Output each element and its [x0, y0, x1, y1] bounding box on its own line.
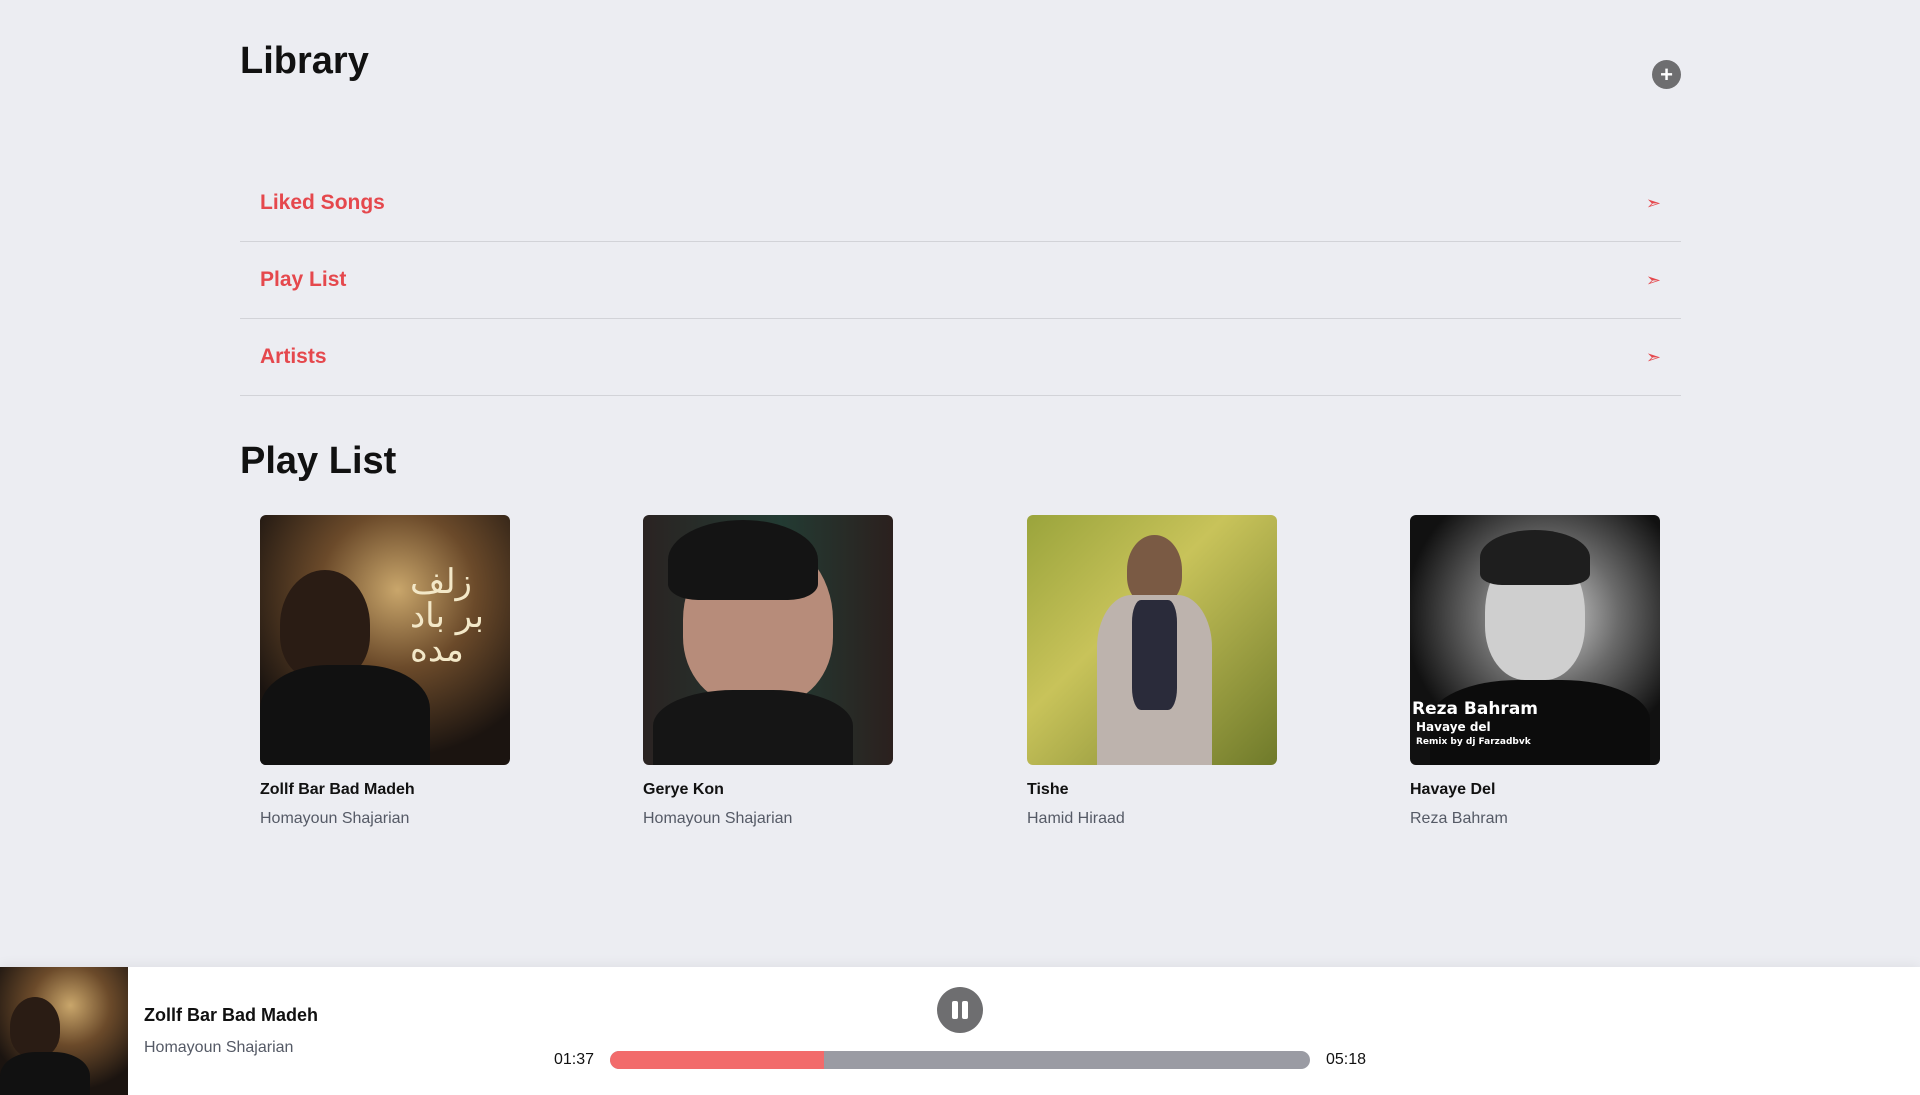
cover-calligraphy: زلف بر باد مده — [410, 562, 484, 670]
song-title: Havaye Del — [1410, 781, 1496, 798]
album-cover — [1027, 515, 1277, 765]
now-playing-artist: Homayoun Shajarian — [144, 1039, 294, 1056]
library-item-artists[interactable]: Artists ➣ — [240, 319, 1681, 396]
library-item-liked-songs[interactable]: Liked Songs ➣ — [240, 165, 1681, 242]
song-artist: Reza Bahram — [1410, 810, 1508, 827]
library-item-label: Play List — [260, 268, 347, 291]
album-cover: Reza Bahram Havaye del Remix by dj Farza… — [1410, 515, 1660, 765]
cover-song-text: Havaye del — [1416, 720, 1491, 734]
pause-icon — [952, 1001, 958, 1019]
player-bar: Zollf Bar Bad Madeh Homayoun Shajarian 0… — [0, 967, 1920, 1095]
album-cover — [643, 515, 893, 765]
playlist-section-title: Play List — [240, 440, 397, 482]
arrow-right-icon: ➣ — [1645, 269, 1661, 290]
add-button[interactable]: + — [1652, 60, 1681, 89]
portrait-hair — [1480, 530, 1590, 585]
library-menu: Liked Songs ➣ Play List ➣ Artists ➣ — [240, 165, 1681, 396]
playlist-grid: زلف بر باد مده Zollf Bar Bad Madeh Homay… — [260, 515, 1660, 835]
library-item-label: Artists — [260, 345, 327, 368]
song-card[interactable]: زلف بر باد مده Zollf Bar Bad Madeh Homay… — [260, 515, 510, 828]
singer-body — [260, 665, 430, 765]
song-card[interactable]: Reza Bahram Havaye del Remix by dj Farza… — [1410, 515, 1660, 828]
song-title: Gerye Kon — [643, 781, 724, 798]
duration: 05:18 — [1326, 1051, 1367, 1068]
song-artist: Homayoun Shajarian — [260, 810, 410, 827]
arrow-right-icon: ➣ — [1645, 192, 1661, 213]
now-playing-cover[interactable] — [0, 967, 128, 1095]
singer-figure — [280, 570, 370, 680]
current-time: 01:37 — [554, 1051, 595, 1068]
singer-figure — [10, 997, 60, 1057]
song-card[interactable]: Gerye Kon Homayoun Shajarian — [643, 515, 893, 828]
now-playing-title: Zollf Bar Bad Madeh — [144, 1005, 319, 1025]
pause-button[interactable] — [937, 987, 983, 1033]
progress-bar[interactable] — [610, 1051, 1310, 1069]
song-title: Tishe — [1027, 781, 1069, 798]
song-card[interactable]: Tishe Hamid Hiraad — [1027, 515, 1277, 828]
page-title: Library — [240, 40, 369, 82]
cover-remix-text: Remix by dj Farzadbvk — [1416, 737, 1531, 747]
song-artist: Hamid Hiraad — [1027, 810, 1125, 827]
song-title: Zollf Bar Bad Madeh — [260, 781, 415, 798]
song-artist: Homayoun Shajarian — [643, 810, 793, 827]
pause-icon — [962, 1001, 968, 1019]
portrait-scarf — [1132, 600, 1177, 710]
portrait-body — [653, 690, 853, 765]
album-cover: زلف بر باد مده — [260, 515, 510, 765]
library-item-play-list[interactable]: Play List ➣ — [240, 242, 1681, 319]
progress-fill — [610, 1051, 824, 1069]
arrow-right-icon: ➣ — [1645, 346, 1661, 367]
library-item-label: Liked Songs — [260, 191, 385, 214]
cover-artist-text: Reza Bahram — [1412, 699, 1539, 719]
singer-body — [0, 1052, 90, 1095]
portrait-hair — [668, 520, 818, 600]
